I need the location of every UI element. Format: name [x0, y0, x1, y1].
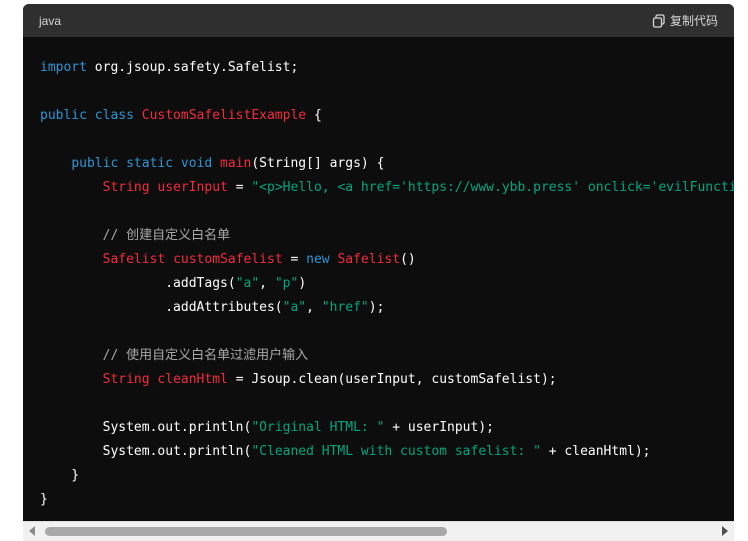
scroll-left-arrow-icon[interactable]	[29, 526, 35, 536]
code-line-17: System.out.println("Cleaned HTML with cu…	[102, 444, 651, 459]
code-line-19: }	[40, 492, 48, 507]
code-line-5: public static void main(String[] args) {	[71, 156, 385, 171]
code-block: java 复制代码 import org.jsoup.safety.Safeli…	[23, 4, 734, 541]
code-body: import org.jsoup.safety.Safelist; public …	[23, 37, 734, 521]
copy-code-button[interactable]: 复制代码	[652, 12, 718, 29]
code-line-16: System.out.println("Original HTML: " + u…	[102, 420, 494, 435]
code-line-18: }	[40, 468, 80, 483]
code-line-6: String userInput = "<p>Hello, <a href='h…	[102, 180, 734, 195]
copy-icon[interactable]	[652, 13, 666, 28]
horizontal-scrollbar[interactable]	[23, 521, 734, 541]
code-line-9: Safelist customSafelist = new Safelist()	[102, 252, 416, 267]
language-label: java	[39, 13, 62, 28]
code-line-8: // 创建自定义白名单	[102, 228, 231, 243]
code-line-11: .addAttributes("a", "href");	[165, 300, 385, 315]
code-line-1: import org.jsoup.safety.Safelist;	[40, 60, 299, 75]
scroll-right-arrow-icon[interactable]	[722, 526, 728, 536]
code-line-14: String cleanHtml = Jsoup.clean(userInput…	[102, 372, 557, 387]
scrollbar-thumb[interactable]	[45, 527, 447, 536]
code-header: java 复制代码	[23, 4, 734, 37]
code-line-13: // 使用自定义白名单过滤用户输入	[102, 348, 309, 363]
code-text: import org.jsoup.safety.Safelist; public …	[23, 37, 734, 512]
code-line-10: .addTags("a", "p")	[165, 276, 307, 291]
copy-code-label[interactable]: 复制代码	[670, 12, 718, 29]
code-line-3: public class CustomSafelistExample {	[40, 108, 322, 123]
